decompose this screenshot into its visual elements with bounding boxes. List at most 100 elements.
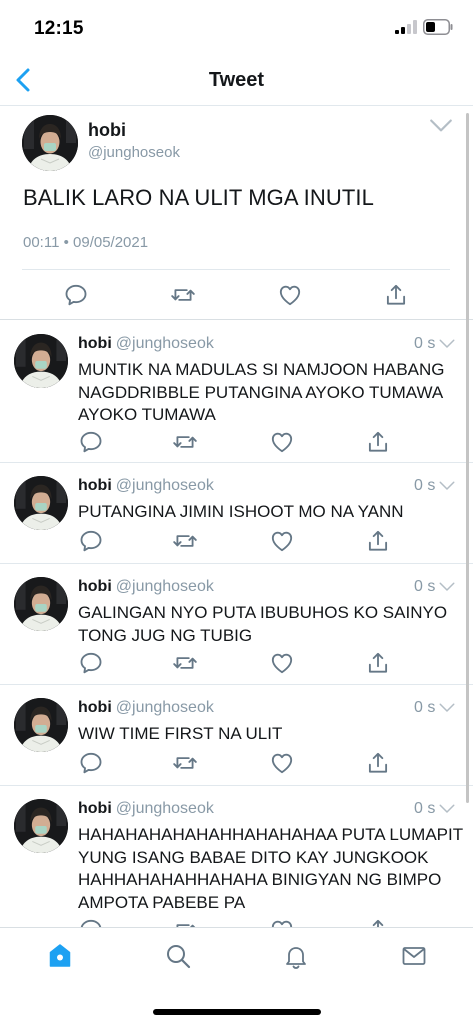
share-button[interactable] <box>365 528 391 554</box>
author-name[interactable]: hobi <box>78 699 112 716</box>
reply-icon <box>63 282 89 308</box>
share-button[interactable] <box>365 650 391 676</box>
author-handle[interactable]: @junghoseok <box>88 144 180 161</box>
reply-icon <box>78 650 104 676</box>
like-button[interactable] <box>269 750 295 776</box>
retweet-icon <box>172 528 198 554</box>
reply-button[interactable] <box>78 528 104 554</box>
reply-button[interactable] <box>63 282 89 308</box>
share-button[interactable] <box>365 750 391 776</box>
reply-header: hobi @junghoseok <box>78 699 214 717</box>
page-title: Tweet <box>208 69 265 91</box>
share-icon <box>365 750 391 776</box>
tweet-text: PUTANGINA JIMIN ISHOOT MO NA YANN <box>78 502 404 521</box>
author-handle[interactable]: @junghoseok <box>116 699 214 716</box>
tab-search[interactable] <box>164 942 192 970</box>
tweet-actions <box>0 429 473 455</box>
tweet-text: GALINGAN NYO PUTA IBUBUHOS KO SAINYO TON… <box>78 603 448 645</box>
avatar[interactable] <box>14 577 68 631</box>
reply-button[interactable] <box>78 429 104 455</box>
tab-messages[interactable] <box>400 942 428 970</box>
share-icon <box>365 650 391 676</box>
share-icon <box>383 282 409 308</box>
chevron-down-icon[interactable] <box>438 802 456 816</box>
home-icon <box>49 944 71 967</box>
reply-icon <box>78 528 104 554</box>
reply-tweet[interactable]: hobi @junghoseok 0 s HAHAHAHAHAHAHHAHAHAH… <box>0 786 473 946</box>
like-button[interactable] <box>269 650 295 676</box>
avatar[interactable] <box>14 799 68 853</box>
reply-icon <box>78 429 104 455</box>
author-handle[interactable]: @junghoseok <box>116 800 214 817</box>
reply-time: 0 s <box>414 335 436 352</box>
tab-notifications[interactable] <box>282 942 310 970</box>
avatar[interactable] <box>14 476 68 530</box>
avatar[interactable] <box>22 115 78 171</box>
mail-icon <box>402 947 426 965</box>
tweet-actions <box>0 528 473 554</box>
status-bar: 12:15 <box>0 0 473 56</box>
reply-time: 0 s <box>414 699 436 716</box>
main-tweet: hobi @junghoseok BALIK LARO NA ULIT MGA … <box>0 106 473 320</box>
tweet-actions <box>0 750 473 776</box>
author-handle[interactable]: @junghoseok <box>116 578 214 595</box>
retweet-button[interactable] <box>172 750 198 776</box>
reply-header: hobi @junghoseok <box>78 477 214 495</box>
tweet-actions <box>0 650 473 676</box>
heart-icon <box>277 282 303 308</box>
avatar[interactable] <box>14 334 68 388</box>
like-button[interactable] <box>277 282 303 308</box>
share-button[interactable] <box>365 429 391 455</box>
reply-time: 0 s <box>414 800 436 817</box>
heart-icon <box>269 528 295 554</box>
reply-button[interactable] <box>78 650 104 676</box>
reply-header: hobi @junghoseok <box>78 578 214 596</box>
bell-icon <box>286 947 306 969</box>
reply-tweet[interactable]: hobi @junghoseok 0 s WIW TIME FIRST NA UL… <box>0 685 473 786</box>
retweet-button[interactable] <box>172 429 198 455</box>
reply-button[interactable] <box>78 750 104 776</box>
retweet-icon <box>172 750 198 776</box>
chevron-down-icon[interactable] <box>438 337 456 351</box>
reply-time: 0 s <box>414 477 436 494</box>
retweet-icon <box>172 429 198 455</box>
reply-tweet[interactable]: hobi @junghoseok 0 s PUTANGINA JIMIN ISHO… <box>0 463 473 564</box>
reply-tweet[interactable]: hobi @junghoseok 0 s MUNTIK NA MADULAS SI… <box>0 321 473 463</box>
reply-icon <box>78 750 104 776</box>
tab-home[interactable] <box>46 942 74 970</box>
battery-icon <box>423 19 453 35</box>
like-button[interactable] <box>269 528 295 554</box>
avatar[interactable] <box>14 698 68 752</box>
heart-icon <box>269 750 295 776</box>
reply-tweet[interactable]: hobi @junghoseok 0 s GALINGAN NYO PUTA IB… <box>0 564 473 685</box>
scrollbar[interactable] <box>466 113 469 803</box>
retweet-button[interactable] <box>170 282 196 308</box>
tweet-timestamp: 00:11 • 09/05/2021 <box>23 234 149 251</box>
reply-time: 0 s <box>414 578 436 595</box>
share-icon <box>365 429 391 455</box>
author-name[interactable]: hobi <box>78 477 112 494</box>
heart-icon <box>269 429 295 455</box>
chevron-down-icon[interactable] <box>438 701 456 715</box>
author-handle[interactable]: @junghoseok <box>116 477 214 494</box>
retweet-button[interactable] <box>172 650 198 676</box>
heart-icon <box>269 650 295 676</box>
author-name[interactable]: hobi <box>88 120 126 141</box>
like-button[interactable] <box>269 429 295 455</box>
author-handle[interactable]: @junghoseok <box>116 335 214 352</box>
share-button[interactable] <box>383 282 409 308</box>
home-indicator[interactable] <box>153 1009 321 1015</box>
reply-header: hobi @junghoseok <box>78 800 214 818</box>
author-name[interactable]: hobi <box>78 578 112 595</box>
author-name[interactable]: hobi <box>78 335 112 352</box>
status-time: 12:15 <box>34 18 84 39</box>
search-icon <box>167 945 191 969</box>
chevron-down-icon[interactable] <box>428 116 454 136</box>
chevron-down-icon[interactable] <box>438 580 456 594</box>
retweet-button[interactable] <box>172 528 198 554</box>
retweet-icon <box>172 650 198 676</box>
reply-header: hobi @junghoseok <box>78 335 214 353</box>
tweet-text: HAHAHAHAHAHAHHAHAHAHAA PUTA LUMAPIT YUNG… <box>78 825 463 912</box>
author-name[interactable]: hobi <box>78 800 112 817</box>
chevron-down-icon[interactable] <box>438 479 456 493</box>
